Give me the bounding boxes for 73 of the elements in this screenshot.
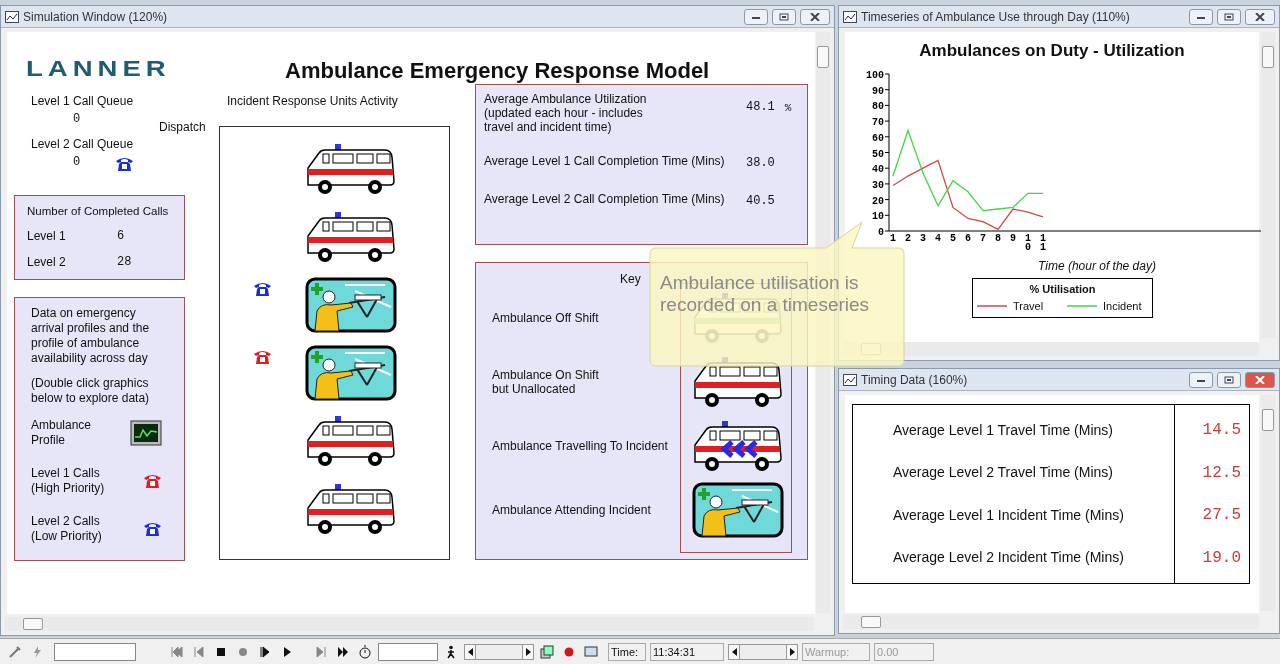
statistic-value: 40.5	[746, 193, 775, 210]
queue-label: Level 1 Call Queue	[31, 93, 134, 110]
timing-value: 27.5	[1201, 505, 1241, 527]
time-label: Time:	[608, 642, 646, 661]
y-tick-label: 0	[878, 227, 884, 238]
y-tick-label: 40	[872, 164, 884, 176]
y-tick-label: 100	[866, 70, 884, 81]
chart-title: Ambulances on Duty - Utilization	[918, 40, 1186, 62]
y-tick-label: 90	[872, 85, 884, 97]
x-tick-label: 1	[890, 233, 896, 244]
y-tick-label: 50	[872, 148, 884, 160]
level-label: Level 1	[27, 228, 67, 246]
statistic-value: 48.1	[746, 99, 775, 116]
x-tick-label: 5	[950, 233, 956, 244]
dispatch-label: Dispatch	[159, 119, 206, 136]
x-tick-label: 9	[1010, 233, 1016, 244]
y-tick-label: 70	[872, 117, 884, 129]
legend-title: % Utilisation	[1029, 282, 1096, 297]
y-tick-label: 30	[872, 179, 884, 191]
statistic-label: Average Level 1 Call Completion Time (Mins)	[484, 154, 726, 168]
unit-label: %	[784, 101, 792, 116]
warmup-value: 0.00	[874, 642, 934, 661]
x-tick-label: 6	[965, 233, 971, 244]
y-tick-label: 20	[872, 195, 884, 207]
key-label: Ambulance On Shift but Unallocated	[492, 368, 599, 396]
timing-label: Average Level 2 Travel Time (Mins)	[892, 463, 1114, 483]
statistic-value: 38.0	[746, 155, 775, 172]
lanner-logo: LANNER	[26, 58, 171, 80]
data-item-label: Ambulance Profile	[31, 418, 92, 448]
queue-label: Level 2 Call Queue	[31, 136, 134, 153]
timing-value: 19.0	[1201, 547, 1241, 569]
x-tick-label: 4	[935, 233, 941, 244]
callout-text: Ambulance utilisation is recorded on a timeseries	[660, 272, 870, 316]
x-tick-label: 2	[905, 233, 911, 244]
window-title: Simulation Window (120%)	[23, 8, 169, 26]
x-tick-label: 8	[995, 233, 1001, 244]
timing-value: 12.5	[1201, 462, 1241, 484]
x-axis-label: Time (hour of the day)	[1037, 258, 1157, 275]
timing-value: 14.5	[1201, 420, 1241, 442]
model-title: Ambulance Emergency Response Model	[285, 57, 710, 85]
key-label: Ambulance Attending Incident	[492, 503, 651, 517]
data-item-label: Level 1 Calls (High Priority)	[31, 466, 105, 496]
y-tick-label: 10	[872, 211, 884, 223]
x-tick-label: 10	[1025, 233, 1031, 253]
queue-count: 0	[73, 154, 81, 171]
key-label: Ambulance Off Shift	[492, 311, 599, 325]
level-label: Level 2	[27, 254, 67, 272]
activity-title: Incident Response Units Activity	[227, 93, 398, 110]
window-title: Timing Data (160%)	[861, 371, 969, 389]
simulation-clock: 11:34:31	[650, 642, 724, 661]
data-description: Data on emergency arrival profiles and the profile of ambulance availability across day	[31, 306, 151, 366]
queue-count: 0	[73, 111, 81, 128]
timing-label: Average Level 1 Travel Time (Mins)	[892, 420, 1114, 440]
key-label: Ambulance Travelling To Incident	[492, 439, 668, 453]
panel-title: Number of Completed Calls	[27, 204, 170, 219]
timing-label: Average Level 2 Incident Time (Mins)	[892, 548, 1125, 568]
key-title: Key	[620, 271, 641, 288]
y-tick-label: 80	[872, 101, 884, 113]
x-tick-label: 3	[920, 233, 926, 244]
x-tick-label: 7	[980, 233, 986, 244]
y-tick-label: 60	[872, 132, 884, 144]
data-instruction: (Double click graphics below to explore data)	[31, 376, 151, 406]
x-tick-label: 11	[1040, 233, 1046, 253]
call-count: 28	[117, 254, 132, 272]
statistic-label: Average Level 2 Call Completion Time (Mins)	[484, 192, 726, 206]
statistic-label: Average Ambulance Utilization (updated each hour - includes travel and incident time)	[484, 92, 648, 134]
window-title: Timeseries of Ambulance Use through Day (110%)	[861, 8, 1131, 26]
data-item-label: Level 2 Calls (Low Priority)	[31, 514, 102, 544]
warmup-label: Warmup:	[802, 642, 870, 661]
legend-label: Incident	[1103, 298, 1142, 314]
legend-label: Travel	[1013, 298, 1044, 314]
timing-label: Average Level 1 Incident Time (Mins)	[892, 505, 1125, 525]
call-count: 6	[117, 228, 125, 246]
